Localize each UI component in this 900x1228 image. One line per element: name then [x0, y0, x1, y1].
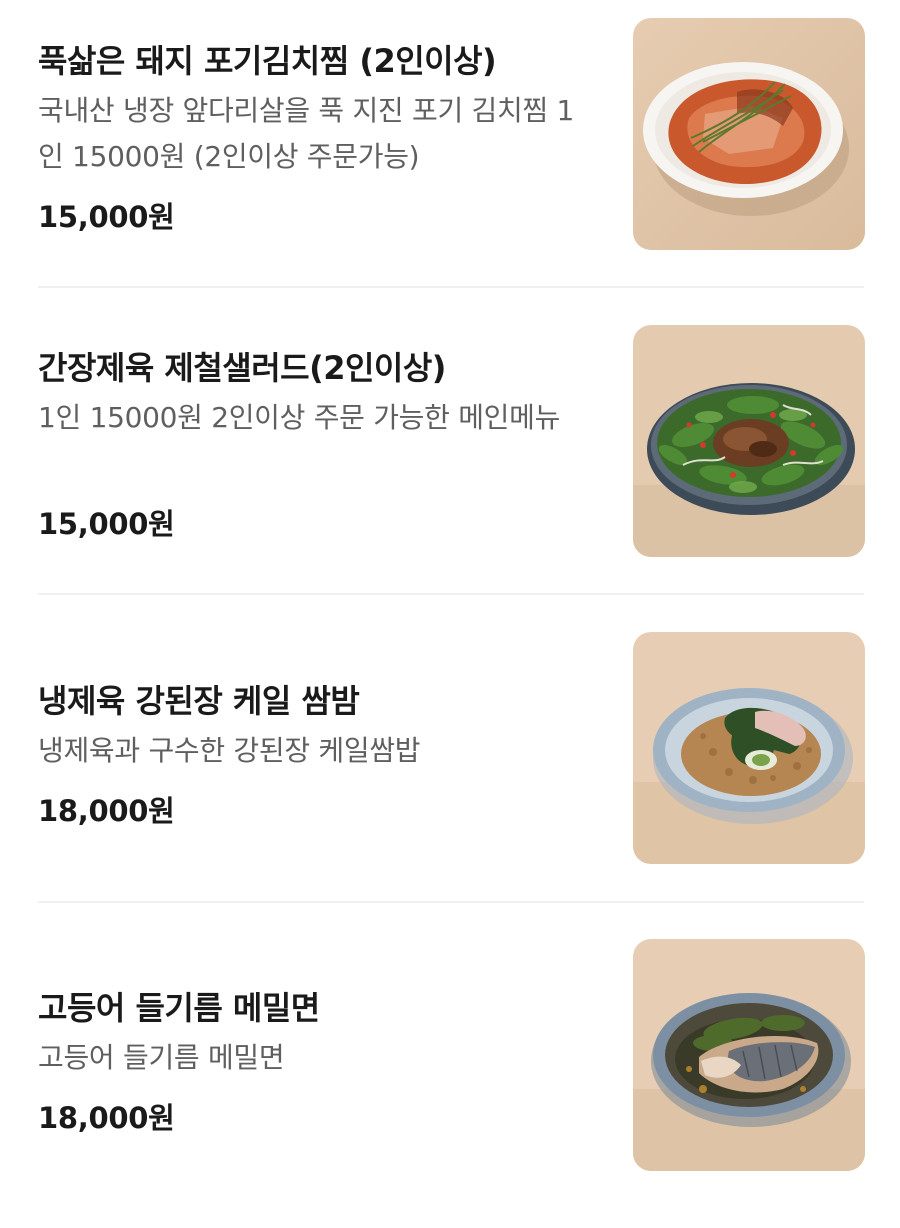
menu-item-price: 15,000원 — [38, 200, 175, 234]
menu-item-description: 1인 15000원 2인이상 주문 가능한 메인메뉴 — [38, 401, 561, 434]
kimchi-jjim-photo — [633, 18, 865, 250]
jeyuk-salad-photo — [633, 325, 865, 557]
menu-item-jeyuk-salad[interactable]: 간장제육 제철샐러드(2인이상) 1인 15000원 2인이상 주문 가능한 메… — [0, 307, 900, 614]
kale-ssambap-photo — [633, 632, 865, 864]
menu-item-title: 냉제육 강된장 케일 쌈밤 — [38, 682, 360, 720]
menu-item-description: 고등어 들기름 메밀면 — [38, 1041, 285, 1074]
divider — [38, 593, 864, 595]
menu-list: 푹삶은 돼지 포기김치찜 (2인이상) 국내산 냉장 앞다리살을 푹 지진 포기… — [0, 0, 900, 1204]
menu-item-title: 푹삶은 돼지 포기김치찜 (2인이상) — [38, 42, 497, 80]
divider — [38, 286, 864, 288]
menu-item-price: 18,000원 — [38, 1101, 175, 1135]
menu-item-photo[interactable] — [633, 939, 865, 1171]
menu-item-description: 국내산 냉장 앞다리살을 푹 지진 포기 김치찜 1인 15000원 (2인이상… — [38, 94, 574, 173]
menu-item-photo[interactable] — [633, 325, 865, 557]
menu-item-kale-ssambap[interactable]: 냉제육 강된장 케일 쌈밤 냉제육과 구수한 강된장 케일쌈밥 18,000원 — [0, 614, 900, 921]
menu-item-description: 냉제육과 구수한 강된장 케일쌈밥 — [38, 734, 421, 767]
menu-item-mackerel-noodle[interactable]: 고등어 들기름 메밀면 고등어 들기름 메밀면 18,000원 — [0, 921, 900, 1228]
menu-item-photo[interactable] — [633, 632, 865, 864]
menu-item-title: 고등어 들기름 메밀면 — [38, 989, 320, 1027]
menu-item-price: 18,000원 — [38, 794, 175, 828]
menu-item-title: 간장제육 제철샐러드(2인이상) — [38, 349, 446, 387]
mackerel-noodle-photo — [633, 939, 865, 1171]
menu-item-kimchi-jjim[interactable]: 푹삶은 돼지 포기김치찜 (2인이상) 국내산 냉장 앞다리살을 푹 지진 포기… — [0, 0, 900, 307]
menu-item-price: 15,000원 — [38, 507, 175, 541]
divider — [38, 901, 864, 903]
menu-item-photo[interactable] — [633, 18, 865, 250]
